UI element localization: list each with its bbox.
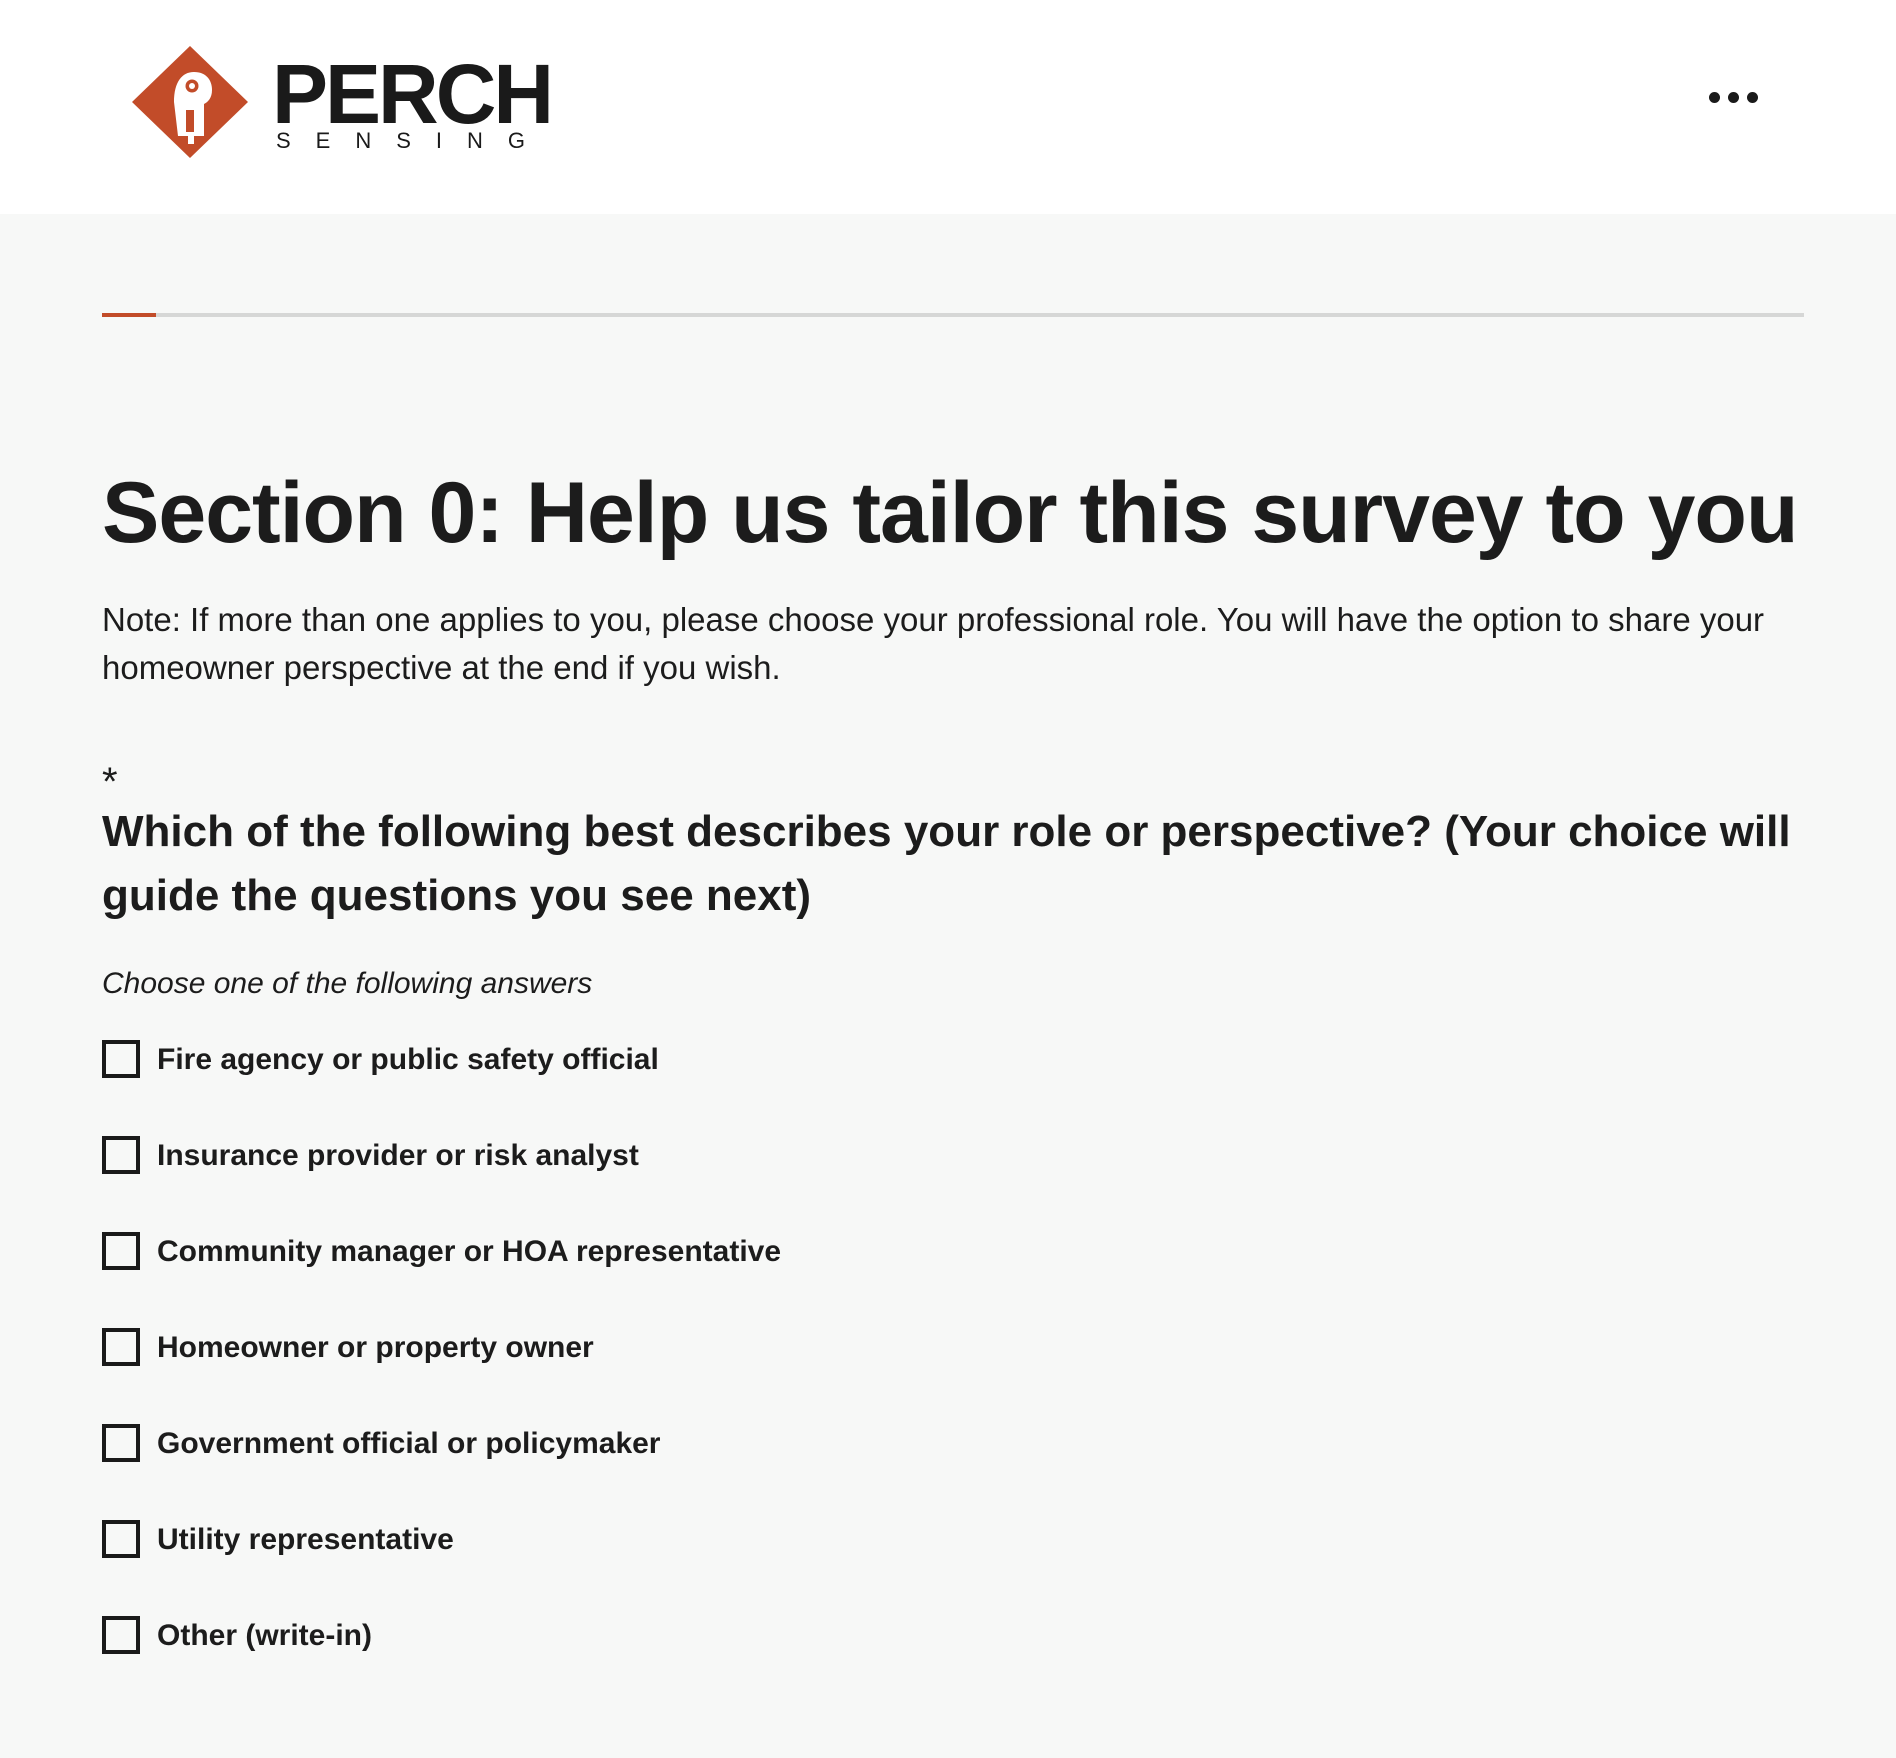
answer-option-community-manager[interactable]: Community manager or HOA representative bbox=[102, 1228, 1102, 1276]
section-title: Section 0: Help us tailor this survey to… bbox=[102, 465, 1798, 561]
more-horizontal-icon bbox=[1728, 92, 1739, 103]
required-marker: * bbox=[102, 760, 118, 804]
question-text: Which of the following best describes yo… bbox=[102, 807, 1791, 920]
more-horizontal-icon bbox=[1747, 92, 1758, 103]
answer-option-label: Insurance provider or risk analyst bbox=[157, 1139, 639, 1172]
answer-option-homeowner[interactable]: Homeowner or property owner bbox=[102, 1324, 1102, 1372]
checkbox[interactable] bbox=[102, 1232, 140, 1270]
checkbox[interactable] bbox=[102, 1040, 140, 1078]
survey-progress-bar bbox=[102, 313, 1804, 317]
checkbox[interactable] bbox=[102, 1616, 140, 1654]
answer-option-label: Homeowner or property owner bbox=[157, 1331, 594, 1364]
more-options-button[interactable] bbox=[1694, 80, 1774, 116]
answer-option-government[interactable]: Government official or policymaker bbox=[102, 1420, 1102, 1468]
section-note: Note: If more than one applies to you, p… bbox=[102, 601, 1765, 686]
checkbox[interactable] bbox=[102, 1520, 140, 1558]
brand-tagline: SENSING bbox=[276, 128, 551, 153]
perch-bird-logo-icon bbox=[132, 46, 248, 158]
answer-instruction: Choose one of the following answers bbox=[102, 967, 593, 1000]
answer-option-fire-agency[interactable]: Fire agency or public safety official bbox=[102, 1036, 1102, 1084]
answer-option-label: Community manager or HOA representative bbox=[157, 1235, 782, 1268]
progress-bar-fill bbox=[102, 313, 157, 317]
checkbox[interactable] bbox=[102, 1328, 140, 1366]
answer-option-utility[interactable]: Utility representative bbox=[102, 1516, 1102, 1564]
answer-option-label: Utility representative bbox=[157, 1523, 454, 1556]
answer-option-label: Government official or policymaker bbox=[157, 1427, 661, 1460]
site-header: PERCH SENSING bbox=[0, 0, 1896, 214]
answer-option-label: Fire agency or public safety official bbox=[157, 1043, 659, 1076]
checkbox[interactable] bbox=[102, 1424, 140, 1462]
more-horizontal-icon bbox=[1709, 92, 1720, 103]
checkbox[interactable] bbox=[102, 1136, 140, 1174]
answer-option-label: Other (write-in) bbox=[157, 1619, 372, 1652]
perch-sensing-logo[interactable]: PERCH SENSING bbox=[128, 44, 568, 162]
answer-option-other[interactable]: Other (write-in) bbox=[102, 1612, 1102, 1660]
answer-option-insurance[interactable]: Insurance provider or risk analyst bbox=[102, 1132, 1102, 1180]
